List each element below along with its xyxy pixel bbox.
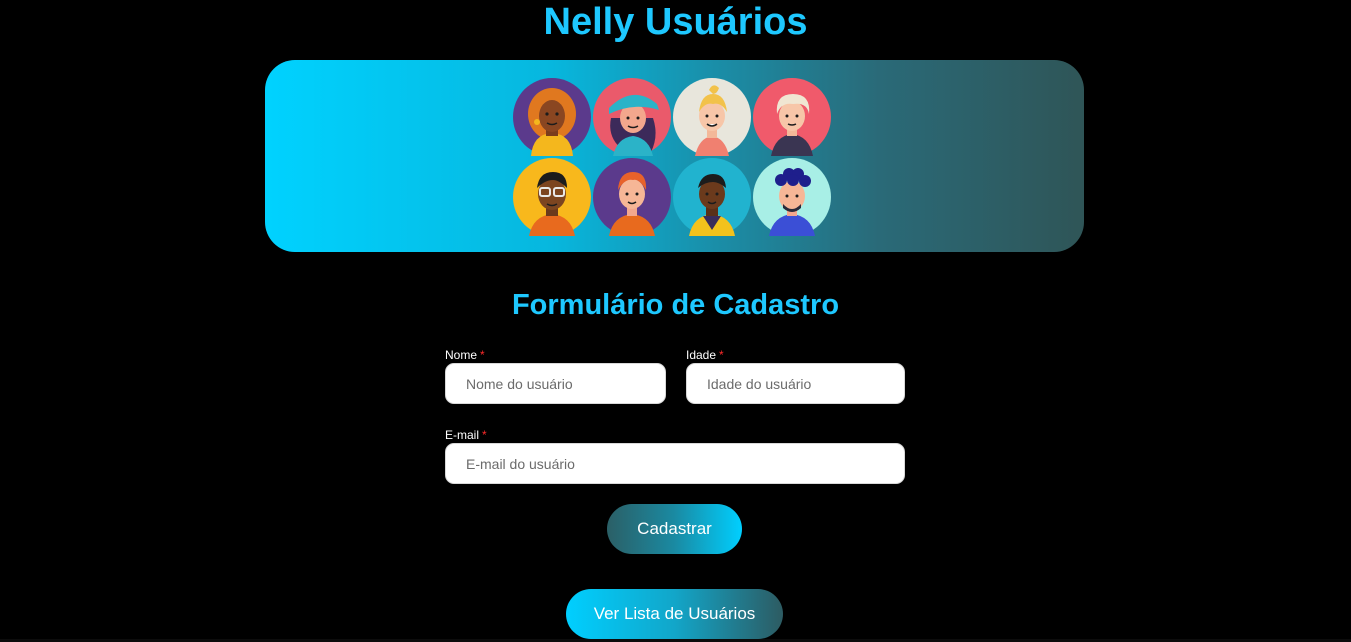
avatar-man-red-hair-icon [593,158,671,236]
age-input[interactable] [686,363,905,404]
avatar-woman-cap-icon [593,78,671,156]
age-label: Idade * [686,348,724,362]
name-label: Nome * [445,348,485,362]
avatar-man-glasses-icon [513,158,591,236]
required-mark: * [719,348,724,362]
name-label-text: Nome [445,348,478,362]
avatar-woman-blonde-icon [673,78,751,156]
page: Nelly Usuários Formulário de Cadastro No… [0,0,1351,642]
avatar-man-white-hair-icon [753,78,831,156]
email-label: E-mail * [445,428,487,442]
name-input[interactable] [445,363,666,404]
cadastrar-button[interactable]: Cadastrar [607,504,742,554]
avatar-man-yellow-jacket-icon [673,158,751,236]
email-input[interactable] [445,443,905,484]
email-label-text: E-mail [445,428,480,442]
required-mark: * [480,348,485,362]
age-label-text: Idade [686,348,717,362]
avatar-man-curly-blue-hair-icon [753,158,831,236]
required-mark: * [482,428,487,442]
avatar-grid [513,78,835,238]
page-title: Nelly Usuários [543,1,808,43]
view-users-list-button[interactable]: Ver Lista de Usuários [566,589,783,639]
form-title: Formulário de Cadastro [511,289,840,321]
avatar-banner [265,60,1084,252]
avatar-woman-curly-hair-icon [513,78,591,156]
